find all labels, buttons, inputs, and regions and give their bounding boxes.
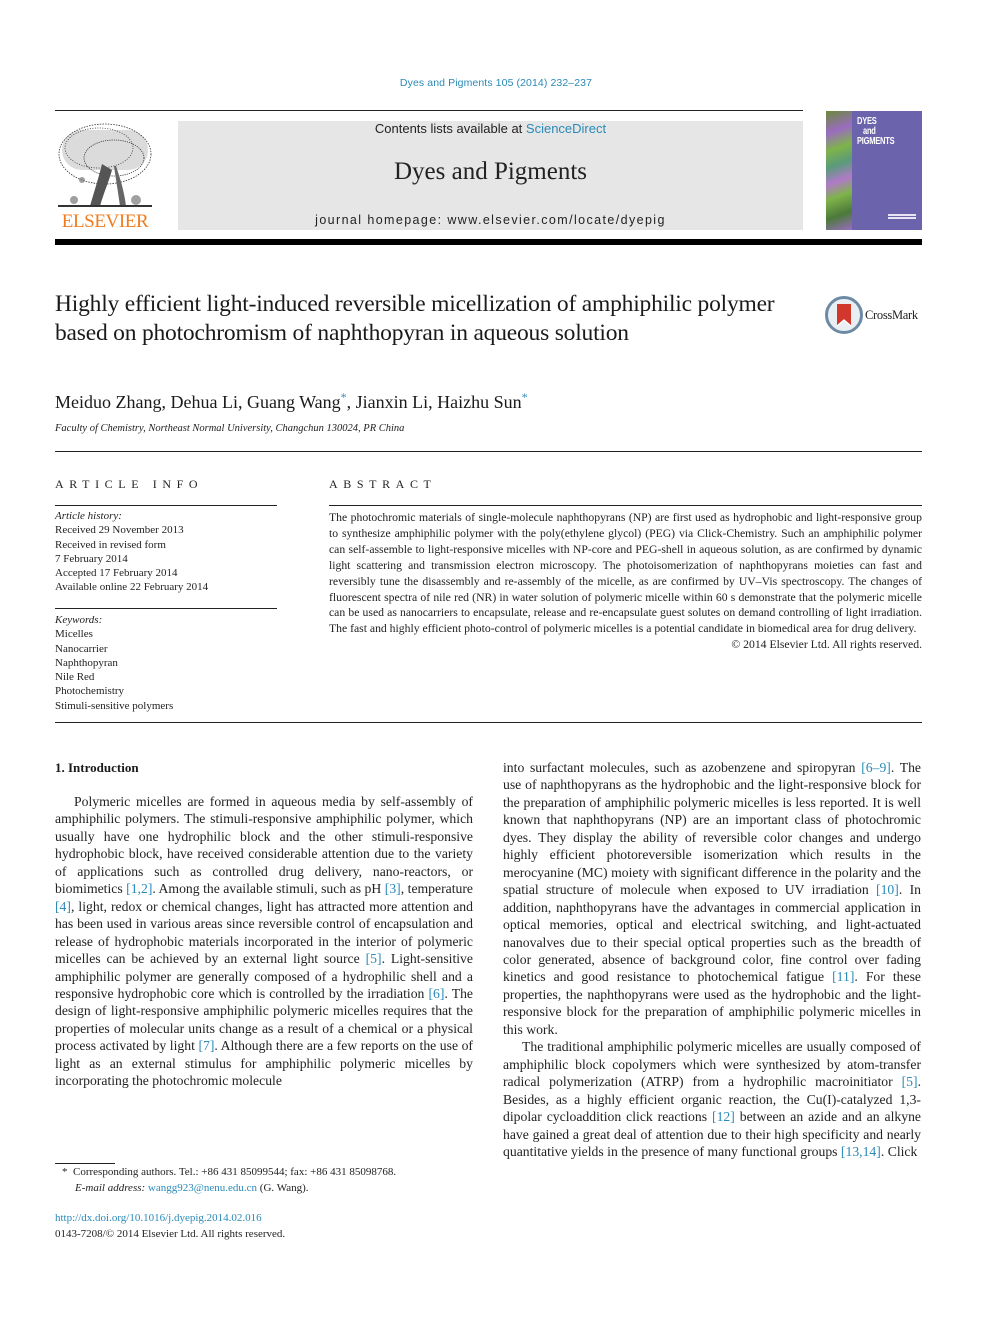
- journal-cover-thumbnail[interactable]: DYES and PIGMENTS: [826, 111, 922, 230]
- author-list: Meiduo Zhang, Dehua Li, Guang Wang*, Jia…: [55, 390, 528, 412]
- author-name[interactable]: Meiduo Zhang: [55, 392, 161, 412]
- cover-title: DYES and PIGMENTS: [857, 116, 895, 147]
- citation-link[interactable]: [10]: [876, 882, 899, 897]
- doi-block: http://dx.doi.org/10.1016/j.dyepig.2014.…: [55, 1210, 475, 1242]
- body-column-right: into surfactant molecules, such as azobe…: [503, 759, 921, 1160]
- article-title: Highly efficient light-induced reversibl…: [55, 291, 775, 346]
- history-label: Article history:: [55, 510, 122, 522]
- citation-link[interactable]: [5]: [366, 951, 382, 966]
- citation-link[interactable]: [7]: [198, 1038, 214, 1053]
- affiliation: Faculty of Chemistry, Northeast Normal U…: [55, 423, 405, 434]
- citation-link[interactable]: [6]: [428, 986, 444, 1001]
- masthead-thick-rule: [55, 239, 922, 245]
- divider: [55, 505, 277, 506]
- history-item: Received in revised form: [55, 538, 166, 551]
- keyword: Photochemistry: [55, 685, 125, 698]
- cover-art-image: [826, 111, 852, 230]
- keyword: Stimuli-sensitive polymers: [55, 699, 174, 712]
- keywords-label: Keywords:: [55, 614, 103, 626]
- body-column-left: Polymeric micelles are formed in aqueous…: [55, 793, 473, 1090]
- keyword: Micelles: [55, 628, 93, 641]
- keyword: Nile Red: [55, 671, 95, 684]
- citation-link[interactable]: [3]: [385, 881, 401, 896]
- body-paragraph: Polymeric micelles are formed in aqueous…: [55, 794, 473, 1089]
- journal-homepage[interactable]: journal homepage: www.elsevier.com/locat…: [178, 213, 803, 228]
- citation-link[interactable]: [4]: [55, 899, 71, 914]
- abstract-copyright: © 2014 Elsevier Ltd. All rights reserved…: [731, 638, 922, 652]
- footnote-mark: *: [62, 1166, 68, 1178]
- divider: [55, 608, 277, 609]
- citation-link[interactable]: [5]: [902, 1074, 918, 1089]
- footnote: * Corresponding authors. Tel.: +86 431 8…: [62, 1164, 482, 1196]
- history-item: Accepted 17 February 2014: [55, 567, 178, 580]
- elsevier-tree-icon: [58, 123, 152, 207]
- citation-link[interactable]: [11]: [832, 969, 854, 984]
- email-link[interactable]: wangg923@nenu.edu.cn: [148, 1182, 257, 1194]
- crossmark-badge[interactable]: CrossMark: [825, 296, 925, 334]
- history-item: Received 29 November 2013: [55, 524, 184, 537]
- keyword: Nanocarrier: [55, 642, 108, 655]
- body-paragraph: The traditional amphiphilic polymeric mi…: [503, 1039, 921, 1159]
- author-name[interactable]: Jianxin Li: [356, 392, 429, 412]
- citation-link[interactable]: [6–9]: [861, 760, 891, 775]
- abstract-paragraph: The photochromic materials of single-mol…: [329, 511, 922, 636]
- corresponding-author-mark[interactable]: *: [522, 390, 528, 404]
- contents-prefix: Contents lists available at: [374, 121, 526, 136]
- crossmark-icon: [825, 296, 863, 334]
- history-item: Available online 22 February 2014: [55, 581, 209, 594]
- cover-publisher-mark: [888, 214, 916, 222]
- citation-link[interactable]: [1,2]: [126, 881, 152, 896]
- history-item: 7 February 2014: [55, 552, 128, 565]
- contents-line: Contents lists available at ScienceDirec…: [178, 121, 803, 136]
- crossmark-label: CrossMark: [865, 308, 918, 322]
- divider: [329, 505, 922, 506]
- article-history: Article history: Received 29 November 20…: [55, 509, 277, 595]
- issn-line: 0143-7208/© 2014 Elsevier Ltd. All right…: [55, 1228, 286, 1240]
- citation-link[interactable]: [12]: [712, 1109, 735, 1124]
- abstract-body: The photochromic materials of single-mol…: [329, 510, 922, 653]
- elsevier-wordmark: ELSEVIER: [61, 211, 149, 232]
- divider: [55, 722, 922, 723]
- author-name[interactable]: Haizhu Sun: [437, 392, 522, 412]
- keywords-list: Keywords: Micelles Nanocarrier Naphthopy…: [55, 613, 277, 713]
- journal-citation-link[interactable]: Dyes and Pigments 105 (2014) 232–237: [0, 77, 992, 89]
- elsevier-logo[interactable]: ELSEVIER: [54, 120, 156, 232]
- email-footnote: E-mail address: wangg923@nenu.edu.cn (G.…: [75, 1182, 309, 1194]
- author-name[interactable]: Guang Wang: [247, 392, 341, 412]
- citation-link[interactable]: [13,14]: [841, 1144, 881, 1159]
- abstract-heading: ABSTRACT: [329, 477, 437, 491]
- author-name[interactable]: Dehua Li: [170, 392, 237, 412]
- article-info-heading: ARTICLE INFO: [55, 477, 204, 491]
- corresponding-footnote: * Corresponding authors. Tel.: +86 431 8…: [62, 1166, 397, 1178]
- section-heading-introduction: 1. Introduction: [55, 760, 139, 775]
- sciencedirect-link[interactable]: ScienceDirect: [526, 121, 606, 136]
- body-paragraph: into surfactant molecules, such as azobe…: [503, 760, 922, 1037]
- journal-name: Dyes and Pigments: [393, 158, 588, 185]
- divider: [55, 451, 922, 452]
- corresponding-author-mark[interactable]: *: [341, 390, 347, 404]
- doi-link[interactable]: http://dx.doi.org/10.1016/j.dyepig.2014.…: [55, 1212, 262, 1224]
- keyword: Naphthopyran: [55, 656, 118, 669]
- journal-masthead: Contents lists available at ScienceDirec…: [178, 121, 803, 230]
- header-rule: [55, 110, 803, 111]
